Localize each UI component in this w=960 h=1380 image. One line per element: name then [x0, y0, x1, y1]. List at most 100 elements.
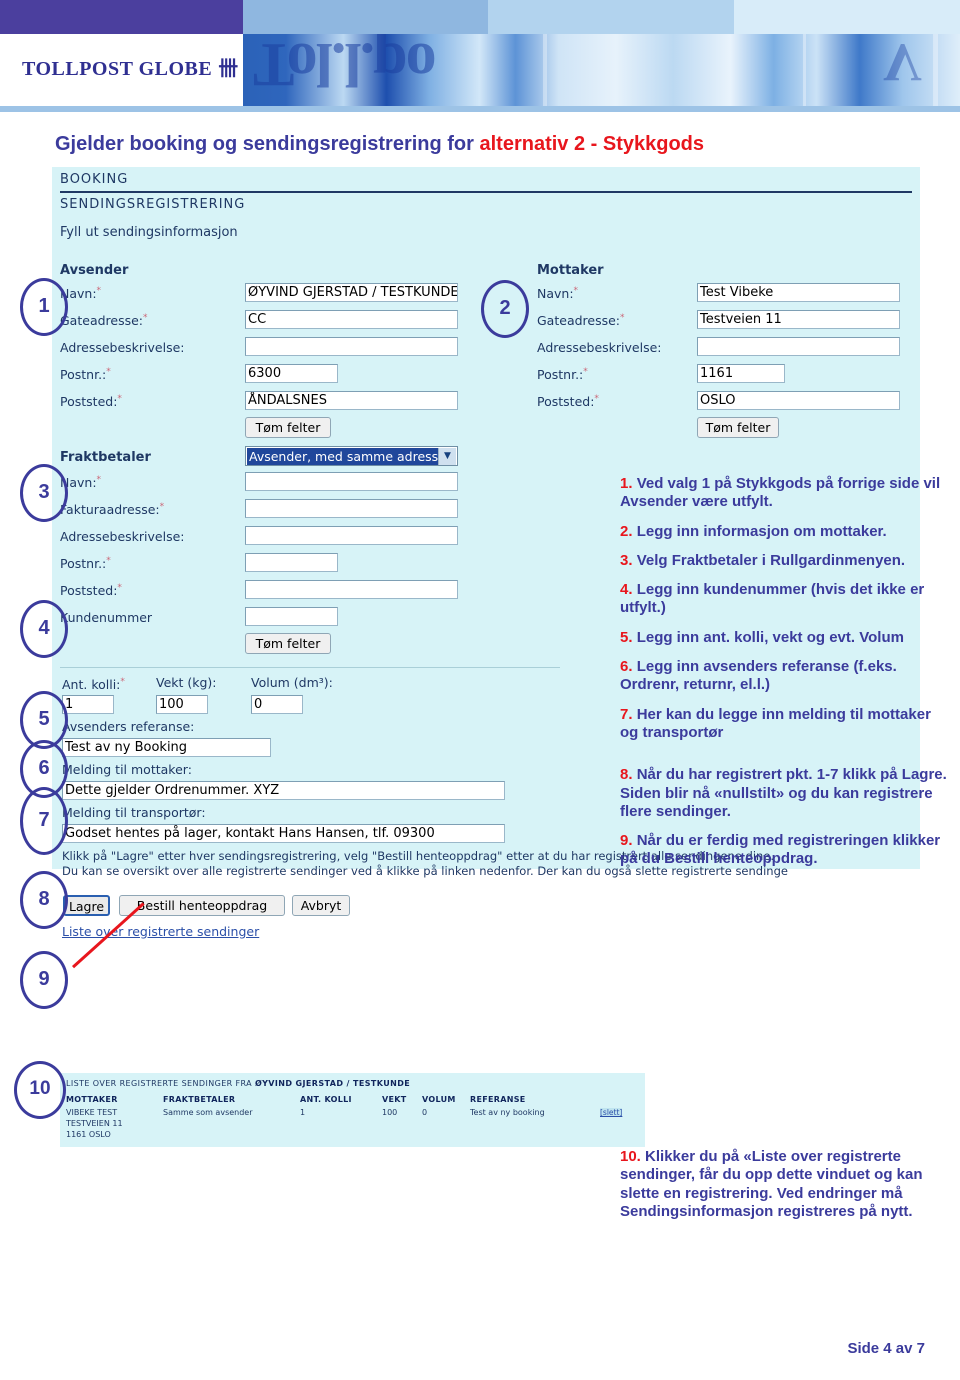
- instruction-step-1: 1. Ved valg 1 på Stykkgods på forrige si…: [620, 475, 941, 511]
- avsender-postnr-label: Postnr.:*: [60, 367, 111, 383]
- callout-7: 7: [20, 787, 68, 855]
- list-col-referanse: REFERANSE: [470, 1095, 526, 1104]
- callout-3: 3: [20, 464, 68, 522]
- fraktbetaler-dropdown[interactable]: Avsender, med samme adresse ▼: [245, 446, 458, 466]
- list-col-vekt: VEKT: [382, 1095, 407, 1104]
- list-row-ant-kolli: 1: [300, 1108, 306, 1117]
- callout-1: 1: [20, 278, 68, 336]
- fraktbetaler-kundenummer-label: Kundenummer: [60, 610, 153, 625]
- avsender-adressebeskrivelse-label: Adressebeskrivelse:: [60, 340, 185, 355]
- list-col-volum: VOLUM: [422, 1095, 456, 1104]
- mottaker-gateadresse-input[interactable]: Testveien 11: [697, 310, 900, 329]
- banner-band-4: [734, 0, 960, 34]
- fraktbetaler-poststed-label: Poststed:*: [60, 583, 122, 599]
- banner-band-2: [243, 0, 488, 34]
- list-window-title: LISTE OVER REGISTRERTE SENDINGER FRA ØYV…: [66, 1079, 411, 1088]
- callout-10: 10: [14, 1061, 66, 1119]
- mottaker-navn-label: Navn:*: [537, 286, 579, 302]
- banner-color-band: [0, 0, 960, 34]
- logo-mark-icon: 卌: [218, 58, 238, 80]
- callout-9: 9: [20, 951, 68, 1009]
- list-row-fraktbetaler: Samme som avsender: [163, 1108, 253, 1117]
- mottaker-postnr-input[interactable]: 1161: [697, 364, 785, 383]
- mottaker-group-title: Mottaker: [537, 263, 604, 278]
- fraktbetaler-dropdown-value: Avsender, med samme adresse: [247, 448, 438, 465]
- fraktbetaler-navn-input[interactable]: [245, 472, 458, 491]
- registered-shipments-window: LISTE OVER REGISTRERTE SENDINGER FRA ØYV…: [60, 1073, 645, 1147]
- mottaker-poststed-input[interactable]: OSLO: [697, 391, 900, 410]
- instruction-step-10: 10. Klikker du på «Liste over registrert…: [620, 1148, 923, 1220]
- vekt-label: Vekt (kg):: [156, 675, 217, 690]
- mottaker-adressebeskrivelse-input[interactable]: [697, 337, 900, 356]
- avsenders-referanse-input[interactable]: Test av ny Booking: [62, 738, 271, 757]
- chevron-down-icon: ▼: [438, 448, 456, 465]
- fraktbetaler-kundenummer-input[interactable]: [245, 607, 338, 626]
- avsender-postnr-input[interactable]: 6300: [245, 364, 338, 383]
- instruction-step-9: 9. Når du er ferdig med registreringen k…: [620, 832, 941, 868]
- avsender-poststed-input[interactable]: ÅNDALSNES: [245, 391, 458, 410]
- instruction-step-7: 7. Her kan du legge inn melding til mott…: [620, 705, 931, 741]
- section-sendingsregistrering-label: SENDINGSREGISTRERING: [60, 197, 246, 212]
- instruction-step-8: 8. Når du har registrert pkt. 1-7 klikk …: [620, 766, 947, 820]
- mottaker-clear-button[interactable]: Tøm felter: [697, 417, 779, 438]
- ant-kolli-label: Ant. kolli:*: [62, 677, 125, 693]
- list-col-fraktbetaler: FRAKTBETALER: [163, 1095, 236, 1104]
- avsender-navn-input[interactable]: ØYVIND GJERSTAD / TESTKUNDE: [245, 283, 458, 302]
- avsender-group-title: Avsender: [60, 263, 129, 278]
- fraktbetaler-adressebeskrivelse-label: Adressebeskrivelse:: [60, 529, 185, 544]
- instruction-step-4: 4. Legg inn kundenummer (hvis det ikke e…: [620, 581, 925, 617]
- mottaker-gateadresse-label: Gateadresse:*: [537, 313, 625, 329]
- callout-2: 2: [481, 280, 529, 338]
- melding-transportor-input[interactable]: Godset hentes på lager, kontakt Hans Han…: [62, 824, 505, 843]
- banner-ghost-text-1: Tol.l.po: [253, 34, 435, 98]
- melding-mottaker-input[interactable]: Dette gjelder Ordrenummer. XYZ: [62, 781, 505, 800]
- banner-band-3: [488, 0, 734, 34]
- page-title: Gjelder booking og sendingsregistrering …: [55, 133, 935, 156]
- list-col-mottaker: MOTTAKER: [66, 1095, 118, 1104]
- list-row-delete-link[interactable]: [slett]: [600, 1108, 623, 1117]
- callout-8: 8: [20, 871, 68, 929]
- banner-ghost-text-2: V: [883, 34, 920, 93]
- fraktbetaler-postnr-input[interactable]: [245, 553, 338, 572]
- mottaker-navn-input[interactable]: Test Vibeke: [697, 283, 900, 302]
- fraktbetaler-clear-button[interactable]: Tøm felter: [245, 633, 331, 654]
- fraktbetaler-poststed-input[interactable]: [245, 580, 458, 599]
- fraktbetaler-group-title: Fraktbetaler: [60, 450, 151, 465]
- callout-4: 4: [20, 600, 68, 658]
- avsender-clear-button[interactable]: Tøm felter: [245, 417, 331, 438]
- section-booking-label: BOOKING: [60, 172, 129, 187]
- fraktbetaler-adressebeskrivelse-input[interactable]: [245, 526, 458, 545]
- instruction-step-6: 6. Legg inn avsenders referanse (f.eks. …: [620, 658, 897, 694]
- volum-input[interactable]: 0: [251, 695, 303, 714]
- instruction-step-3: 3. Velg Fraktbetaler i Rullgardinmenyen.: [620, 551, 906, 569]
- liste-over-registrerte-sendinger-link[interactable]: Liste over registrerte sendinger: [62, 924, 259, 939]
- list-row-referanse: Test av ny booking: [470, 1108, 545, 1117]
- logo-text: TOLLPOST GLOBE: [22, 58, 213, 80]
- vekt-input[interactable]: 100: [156, 695, 208, 714]
- mottaker-poststed-label: Poststed:*: [537, 394, 599, 410]
- page-footer: Side 4 av 7: [847, 1340, 925, 1357]
- page-title-highlight: alternativ 2 - Stykkgods: [479, 133, 705, 155]
- list-row-vekt: 100: [382, 1108, 398, 1117]
- list-row-mottaker-line3: 1161 OSLO: [66, 1130, 111, 1139]
- bestill-henteoppdrag-button[interactable]: Bestill henteoppdrag: [119, 895, 285, 916]
- avsender-gateadresse-label: Gateadresse:*: [60, 313, 148, 329]
- section-fyll-ut-label: Fyll ut sendingsinformasjon: [60, 225, 238, 240]
- lagre-button[interactable]: Lagre: [63, 895, 110, 916]
- mottaker-postnr-label: Postnr.:*: [537, 367, 588, 383]
- avsender-adressebeskrivelse-input[interactable]: [245, 337, 458, 356]
- instruction-step-2: 2. Legg inn informasjon om mottaker.: [620, 522, 887, 540]
- list-col-ant-kolli: ANT. KOLLI: [300, 1095, 352, 1104]
- avbryt-button[interactable]: Avbryt: [292, 895, 350, 916]
- fraktbetaler-fakturaadresse-input[interactable]: [245, 499, 458, 518]
- avsender-gateadresse-input[interactable]: CC: [245, 310, 458, 329]
- banner-bottom-rule: [0, 106, 960, 112]
- section-divider: [60, 191, 912, 193]
- instructions-list: 1. Ved valg 1 på Stykkgods på forrige si…: [620, 475, 948, 880]
- ant-kolli-input[interactable]: 1: [62, 695, 114, 714]
- instruction-step-5: 5. Legg inn ant. kolli, vekt og evt. Vol…: [620, 628, 904, 646]
- mottaker-adressebeskrivelse-label: Adressebeskrivelse:: [537, 340, 662, 355]
- list-row-mottaker-line1: VIBEKE TEST: [66, 1108, 118, 1117]
- melding-mottaker-label: Melding til mottaker:: [62, 762, 192, 777]
- list-row-volum: 0: [422, 1108, 428, 1117]
